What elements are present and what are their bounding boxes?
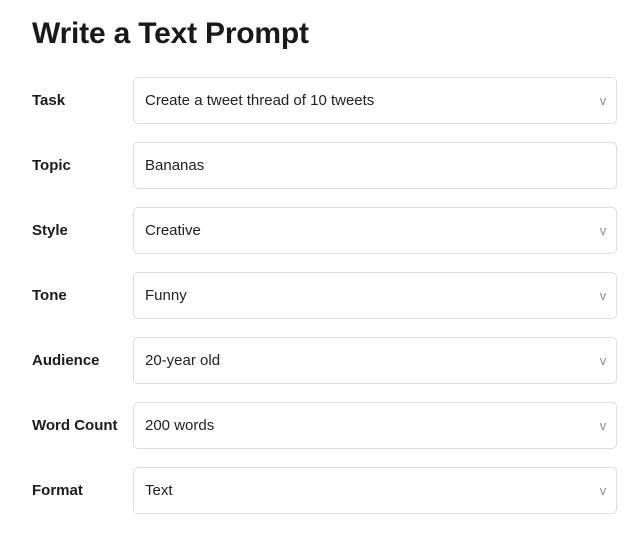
field-label-word-count: Word Count bbox=[32, 417, 118, 434]
field-label-style: Style bbox=[32, 222, 68, 239]
form-row-audience: Audience 20-year old v bbox=[0, 337, 644, 384]
page-title: Write a Text Prompt bbox=[32, 17, 309, 50]
audience-value: 20-year old bbox=[145, 351, 221, 369]
style-value: Creative bbox=[145, 221, 201, 239]
field-label-topic: Topic bbox=[32, 157, 71, 174]
task-dropdown[interactable]: Create a tweet thread of 10 tweets v bbox=[133, 77, 617, 124]
task-value: Create a tweet thread of 10 tweets bbox=[145, 91, 375, 109]
word-count-value: 200 words bbox=[145, 416, 215, 434]
field-label-task: Task bbox=[32, 92, 66, 109]
format-value: Text bbox=[145, 481, 173, 499]
text-prompt-form-page: Write a Text Prompt Task Create a tweet … bbox=[0, 0, 644, 540]
chevron-down-icon: v bbox=[599, 418, 607, 433]
audience-dropdown[interactable]: 20-year old v bbox=[133, 337, 617, 384]
word-count-dropdown[interactable]: 200 words v bbox=[133, 402, 617, 449]
chevron-down-icon: v bbox=[599, 223, 607, 238]
form-row-word-count: Word Count 200 words v bbox=[0, 402, 644, 449]
form-row-topic: Topic Bananas bbox=[0, 142, 644, 189]
format-dropdown[interactable]: Text v bbox=[133, 467, 617, 514]
form-row-task: Task Create a tweet thread of 10 tweets … bbox=[0, 77, 644, 124]
chevron-down-icon: v bbox=[599, 93, 607, 108]
form-row-tone: Tone Funny v bbox=[0, 272, 644, 319]
chevron-down-icon: v bbox=[599, 288, 607, 303]
topic-value: Bananas bbox=[145, 156, 205, 174]
field-label-tone: Tone bbox=[32, 287, 67, 304]
form-row-format: Format Text v bbox=[0, 467, 644, 514]
field-label-audience: Audience bbox=[32, 352, 100, 369]
form-row-style: Style Creative v bbox=[0, 207, 644, 254]
chevron-down-icon: v bbox=[599, 483, 607, 498]
topic-input[interactable]: Bananas bbox=[133, 142, 617, 189]
tone-value: Funny bbox=[145, 286, 187, 304]
field-label-format: Format bbox=[32, 482, 83, 499]
tone-dropdown[interactable]: Funny v bbox=[133, 272, 617, 319]
style-dropdown[interactable]: Creative v bbox=[133, 207, 617, 254]
chevron-down-icon: v bbox=[599, 353, 607, 368]
prompt-form: Task Create a tweet thread of 10 tweets … bbox=[0, 77, 644, 532]
